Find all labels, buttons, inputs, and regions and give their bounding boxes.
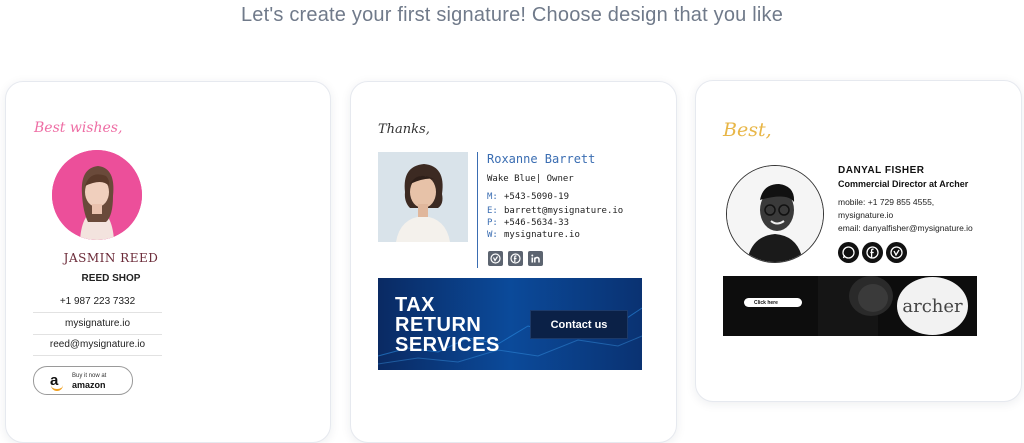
buy-on-amazon-button[interactable]: a Buy it now at amazon	[33, 366, 133, 395]
divider	[33, 355, 162, 356]
linkedin-icon[interactable]	[528, 251, 543, 266]
person-photo	[52, 150, 142, 240]
amazon-button-brand: amazon	[72, 379, 106, 390]
promo-banner[interactable]: Click here archer	[723, 276, 977, 336]
signature-template-card-2[interactable]: Thanks, Roxanne Barrett Wake Blue| Owner…	[350, 81, 677, 443]
signature-template-card-1[interactable]: Best wishes, JASMIN REED REED SHOP +1 98…	[5, 81, 331, 443]
avatar	[726, 165, 824, 263]
archer-logo: archer	[897, 277, 968, 335]
contact-mobile: M: +543-5090-19	[487, 192, 570, 202]
signature-website: mysignature.io	[838, 210, 894, 220]
click-here-button[interactable]: Click here	[744, 298, 802, 307]
contact-us-button[interactable]: Contact us	[530, 310, 628, 339]
signature-role: Commercial Director at Archer	[838, 179, 969, 189]
promo-banner[interactable]: TAX RETURN SERVICES Contact us	[378, 278, 642, 370]
divider	[33, 334, 162, 335]
person-photo	[378, 152, 468, 242]
contact-email: E: barrett@mysignature.io	[487, 206, 624, 216]
signature-mobile: mobile: +1 729 855 4555,	[838, 197, 935, 207]
signature-phone: +1 987 223 7332	[59, 296, 136, 307]
page-title: Let's create your first signature! Choos…	[240, 4, 784, 26]
contact-phone: P: +546-5634-33	[487, 218, 570, 228]
contact-website: W: mysignature.io	[487, 230, 580, 240]
signature-company: REED SHOP	[81, 273, 141, 284]
signature-email: reed@mysignature.io	[49, 339, 146, 350]
portrait-image	[378, 152, 468, 242]
facebook-icon[interactable]	[508, 251, 523, 266]
signature-name: Roxanne Barrett	[487, 152, 596, 166]
whatsapp-icon[interactable]	[838, 242, 859, 263]
banner-headline: TAX RETURN SERVICES	[395, 294, 500, 356]
signature-greeting: Best wishes,	[34, 120, 123, 136]
person-photo	[727, 166, 823, 262]
signature-template-card-3[interactable]: Best, DANYAL FISHER Commercial Director …	[695, 80, 1022, 402]
signature-title: Wake Blue| Owner	[487, 174, 574, 184]
divider	[33, 312, 162, 313]
vimeo-icon[interactable]	[488, 251, 503, 266]
signature-greeting: Best,	[723, 119, 772, 141]
signature-greeting: Thanks,	[378, 122, 430, 137]
signature-name: JASMIN REED	[63, 251, 159, 265]
divider	[477, 152, 478, 268]
avatar	[52, 150, 142, 240]
signature-email: email: danyalfisher@mysignature.io	[838, 223, 973, 233]
vimeo-icon[interactable]	[886, 242, 907, 263]
signature-website: mysignature.io	[64, 318, 131, 329]
amazon-logo-icon: a	[50, 372, 64, 391]
signature-name: DANYAL FISHER	[838, 165, 925, 176]
facebook-icon[interactable]	[862, 242, 883, 263]
